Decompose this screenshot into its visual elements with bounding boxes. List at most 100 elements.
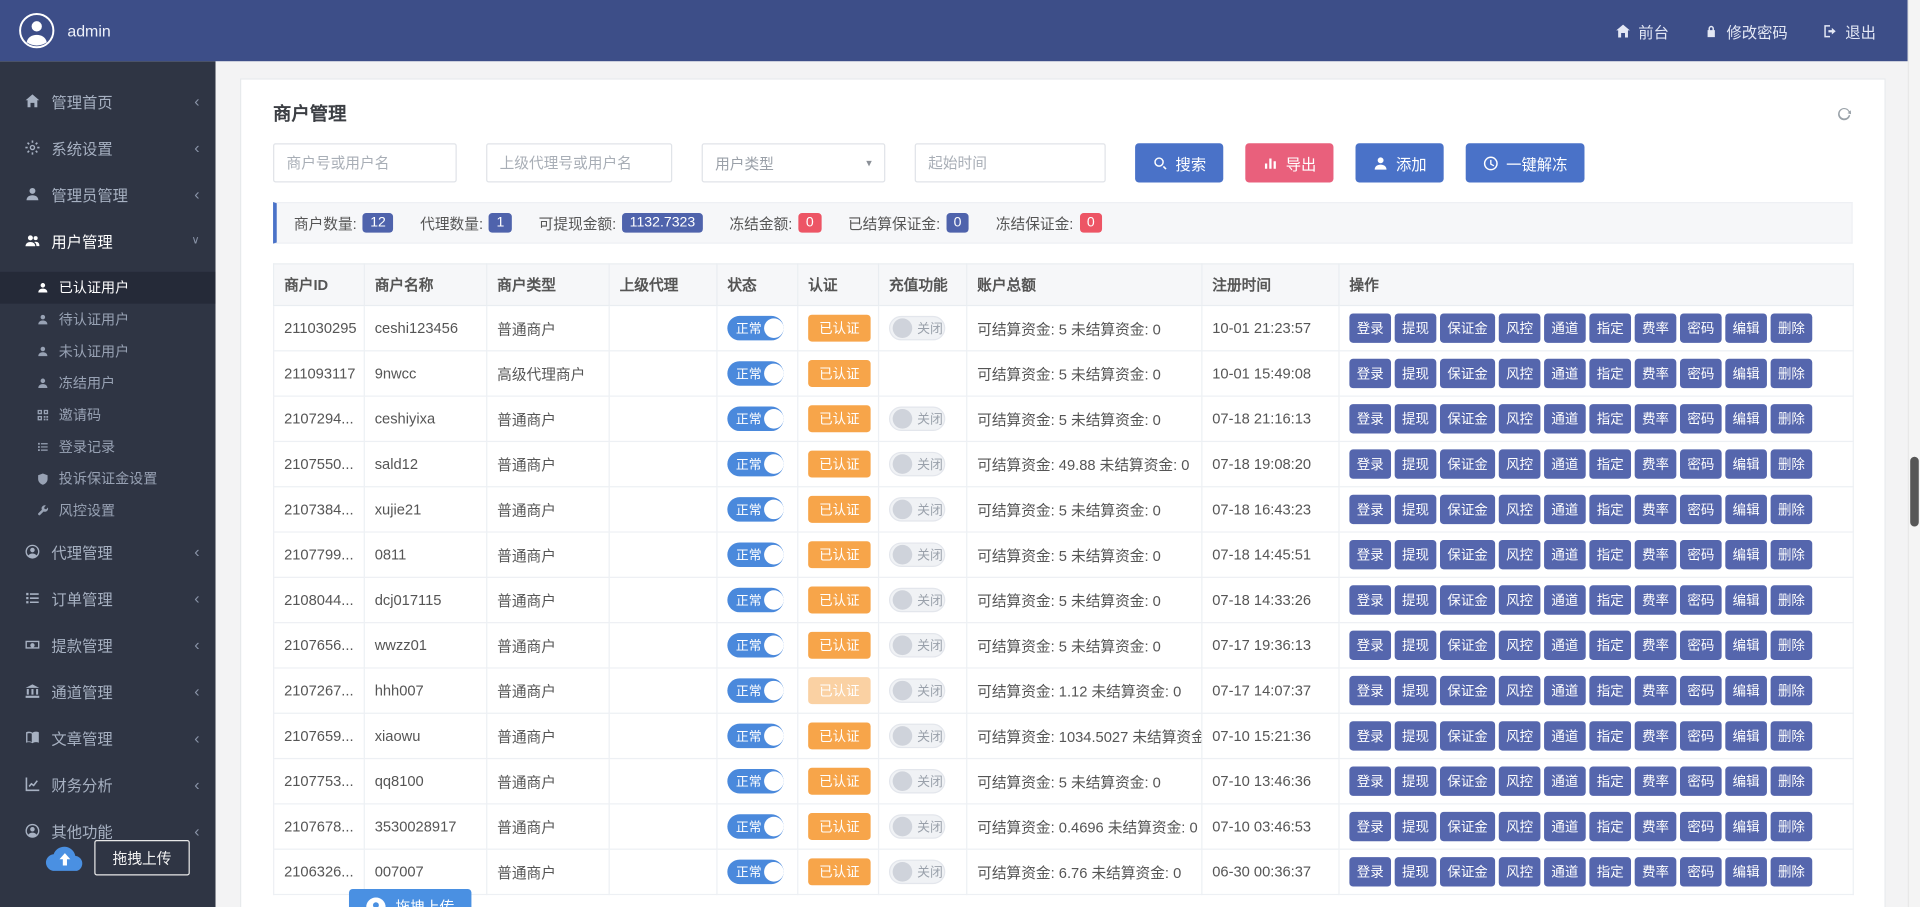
password-button[interactable]: 密码	[1680, 812, 1722, 841]
rate-button[interactable]: 费率	[1635, 721, 1677, 750]
status-toggle[interactable]: 正常	[727, 542, 783, 566]
delete-button[interactable]: 删除	[1771, 857, 1813, 886]
password-button[interactable]: 密码	[1680, 767, 1722, 796]
assign-button[interactable]: 指定	[1589, 359, 1631, 388]
recharge-toggle[interactable]: 关闭	[889, 769, 945, 793]
deposit-button[interactable]: 保证金	[1440, 767, 1495, 796]
deposit-button[interactable]: 保证金	[1440, 721, 1495, 750]
risk-button[interactable]: 风控	[1499, 857, 1541, 886]
recharge-toggle[interactable]: 关闭	[889, 407, 945, 431]
drag-upload-button[interactable]: 拖拽上传	[94, 840, 190, 876]
password-button[interactable]: 密码	[1680, 495, 1722, 524]
channel-button[interactable]: 通道	[1544, 631, 1586, 660]
rate-button[interactable]: 费率	[1635, 540, 1677, 569]
deposit-button[interactable]: 保证金	[1440, 404, 1495, 433]
channel-button[interactable]: 通道	[1544, 313, 1586, 342]
sidebar-item-order-management[interactable]: 订单管理 ‹	[0, 574, 216, 621]
deposit-button[interactable]: 保证金	[1440, 359, 1495, 388]
login-button[interactable]: 登录	[1349, 767, 1391, 796]
rate-button[interactable]: 费率	[1635, 404, 1677, 433]
login-button[interactable]: 登录	[1349, 585, 1391, 614]
sidebar-subitem-risk-settings[interactable]: 风控设置	[0, 495, 216, 527]
start-time-input[interactable]	[915, 143, 1106, 182]
status-toggle[interactable]: 正常	[727, 633, 783, 657]
password-button[interactable]: 密码	[1680, 404, 1722, 433]
edit-button[interactable]: 编辑	[1725, 812, 1767, 841]
assign-button[interactable]: 指定	[1589, 676, 1631, 705]
password-button[interactable]: 密码	[1680, 540, 1722, 569]
recharge-toggle[interactable]: 关闭	[889, 542, 945, 566]
rate-button[interactable]: 费率	[1635, 631, 1677, 660]
recharge-toggle[interactable]: 关闭	[889, 678, 945, 702]
sidebar-item-agent-management[interactable]: 代理管理 ‹	[0, 528, 216, 575]
sidebar-subitem-invite-codes[interactable]: 邀请码	[0, 399, 216, 431]
deposit-button[interactable]: 保证金	[1440, 585, 1495, 614]
risk-button[interactable]: 风控	[1499, 313, 1541, 342]
sidebar-item-article-management[interactable]: 文章管理 ‹	[0, 714, 216, 761]
edit-button[interactable]: 编辑	[1725, 540, 1767, 569]
sidebar-subitem-pending-users[interactable]: 待认证用户	[0, 304, 216, 336]
edit-button[interactable]: 编辑	[1725, 313, 1767, 342]
password-button[interactable]: 密码	[1680, 359, 1722, 388]
sidebar-subitem-frozen-users[interactable]: 冻结用户	[0, 367, 216, 399]
login-button[interactable]: 登录	[1349, 449, 1391, 478]
password-button[interactable]: 密码	[1680, 313, 1722, 342]
assign-button[interactable]: 指定	[1589, 721, 1631, 750]
assign-button[interactable]: 指定	[1589, 449, 1631, 478]
risk-button[interactable]: 风控	[1499, 585, 1541, 614]
edit-button[interactable]: 编辑	[1725, 404, 1767, 433]
edit-button[interactable]: 编辑	[1725, 495, 1767, 524]
agent-search-input[interactable]	[486, 143, 672, 182]
edit-button[interactable]: 编辑	[1725, 631, 1767, 660]
search-button[interactable]: 搜索	[1135, 143, 1223, 182]
status-toggle[interactable]: 正常	[727, 452, 783, 476]
withdraw-button[interactable]: 提现	[1395, 767, 1437, 796]
password-button[interactable]: 密码	[1680, 857, 1722, 886]
password-button[interactable]: 密码	[1680, 449, 1722, 478]
recharge-toggle[interactable]: 关闭	[889, 452, 945, 476]
deposit-button[interactable]: 保证金	[1440, 540, 1495, 569]
rate-button[interactable]: 费率	[1635, 449, 1677, 478]
login-button[interactable]: 登录	[1349, 359, 1391, 388]
edit-button[interactable]: 编辑	[1725, 359, 1767, 388]
deposit-button[interactable]: 保证金	[1440, 631, 1495, 660]
unfreeze-button[interactable]: 一键解冻	[1466, 143, 1585, 182]
channel-button[interactable]: 通道	[1544, 359, 1586, 388]
status-toggle[interactable]: 正常	[727, 678, 783, 702]
risk-button[interactable]: 风控	[1499, 359, 1541, 388]
rate-button[interactable]: 费率	[1635, 359, 1677, 388]
delete-button[interactable]: 删除	[1771, 631, 1813, 660]
password-button[interactable]: 密码	[1680, 721, 1722, 750]
delete-button[interactable]: 删除	[1771, 313, 1813, 342]
assign-button[interactable]: 指定	[1589, 495, 1631, 524]
risk-button[interactable]: 风控	[1499, 540, 1541, 569]
risk-button[interactable]: 风控	[1499, 721, 1541, 750]
deposit-button[interactable]: 保证金	[1440, 857, 1495, 886]
login-button[interactable]: 登录	[1349, 313, 1391, 342]
add-button[interactable]: 添加	[1356, 143, 1444, 182]
rate-button[interactable]: 费率	[1635, 313, 1677, 342]
recharge-toggle[interactable]: 关闭	[889, 316, 945, 340]
channel-button[interactable]: 通道	[1544, 676, 1586, 705]
rate-button[interactable]: 费率	[1635, 812, 1677, 841]
status-toggle[interactable]: 正常	[727, 769, 783, 793]
sidebar-subitem-login-records[interactable]: 登录记录	[0, 431, 216, 463]
rate-button[interactable]: 费率	[1635, 857, 1677, 886]
export-button[interactable]: 导出	[1245, 143, 1333, 182]
edit-button[interactable]: 编辑	[1725, 767, 1767, 796]
login-button[interactable]: 登录	[1349, 676, 1391, 705]
assign-button[interactable]: 指定	[1589, 585, 1631, 614]
assign-button[interactable]: 指定	[1589, 767, 1631, 796]
assign-button[interactable]: 指定	[1589, 857, 1631, 886]
withdraw-button[interactable]: 提现	[1395, 676, 1437, 705]
scrollbar-thumb[interactable]	[1910, 457, 1919, 527]
login-button[interactable]: 登录	[1349, 857, 1391, 886]
edit-button[interactable]: 编辑	[1725, 721, 1767, 750]
risk-button[interactable]: 风控	[1499, 631, 1541, 660]
status-toggle[interactable]: 正常	[727, 316, 783, 340]
assign-button[interactable]: 指定	[1589, 812, 1631, 841]
withdraw-button[interactable]: 提现	[1395, 857, 1437, 886]
withdraw-button[interactable]: 提现	[1395, 721, 1437, 750]
login-button[interactable]: 登录	[1349, 540, 1391, 569]
risk-button[interactable]: 风控	[1499, 812, 1541, 841]
